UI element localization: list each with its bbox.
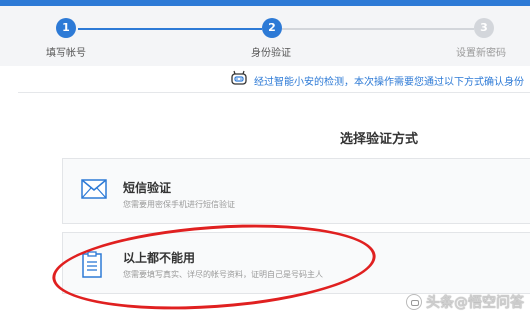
step-1-indicator: 1 [56, 18, 76, 38]
divider [18, 92, 530, 93]
security-notice: 经过智能小安的检测，本次操作需要您通过以下方式确认身份 [230, 70, 524, 90]
step-3-indicator: 3 [474, 18, 494, 38]
option-sms-verification[interactable]: 短信验证 您需要用密保手机进行短信验证 [62, 158, 530, 224]
step-1-label: 填写帐号 [46, 48, 86, 59]
watermark-text: 头条@悟空问答 [426, 295, 524, 311]
option-sms-title: 短信验证 [123, 181, 172, 195]
watermark: 头条@悟空问答 [406, 292, 524, 312]
notice-text: 经过智能小安的检测，本次操作需要您通过以下方式确认身份 [254, 76, 524, 88]
step-connector-2 [282, 28, 474, 30]
step-2-indicator: 2 [262, 18, 282, 38]
envelope-icon [81, 179, 107, 203]
progress-steps: 1 填写帐号 2 身份验证 3 设置新密码 [0, 6, 530, 66]
chat-bubble-icon [406, 294, 422, 310]
step-2-label: 身份验证 [251, 48, 291, 59]
red-highlight-ellipse [49, 214, 379, 320]
step-3-label: 设置新密码 [456, 48, 506, 59]
option-sms-desc: 您需要用密保手机进行短信验证 [123, 200, 235, 209]
step-connector-1 [78, 28, 262, 30]
section-title: 选择验证方式 [340, 132, 419, 147]
robot-icon [230, 69, 248, 91]
